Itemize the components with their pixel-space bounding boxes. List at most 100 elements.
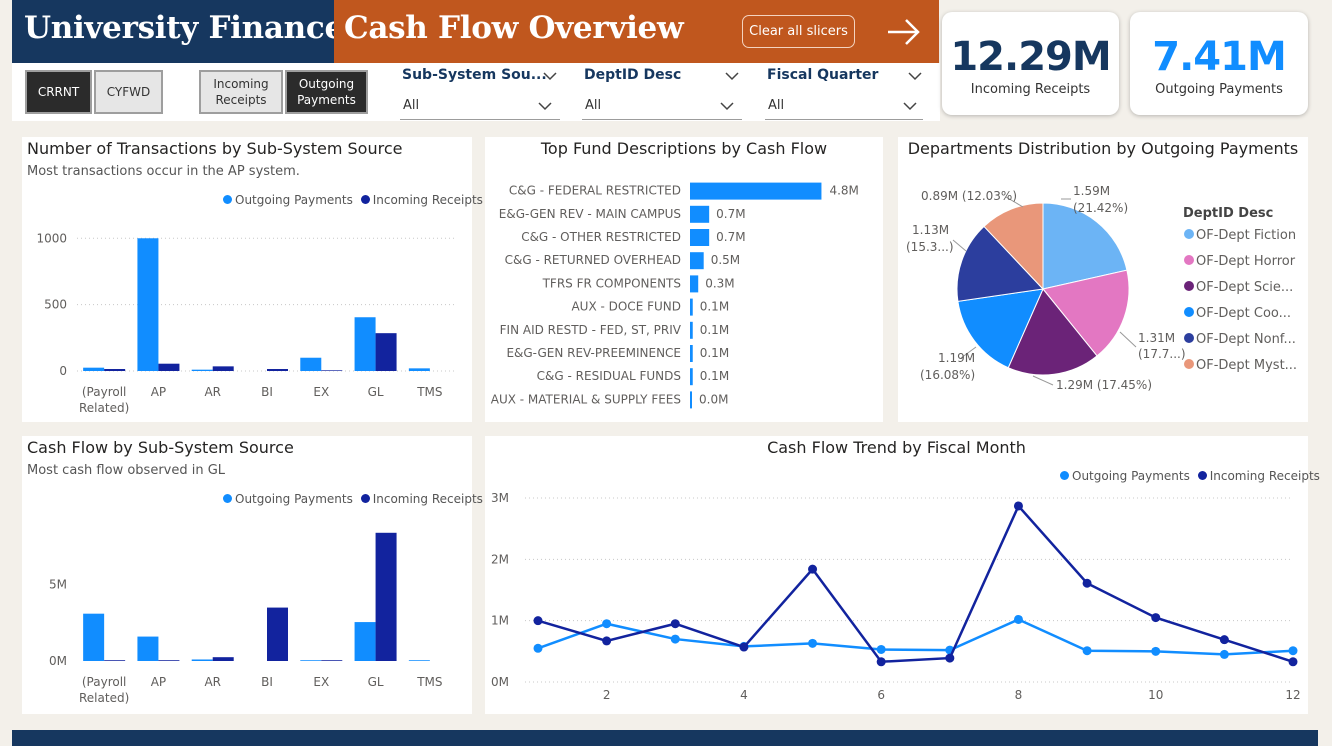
data-point (1288, 646, 1298, 656)
pie-data-label: (16.08%) (920, 368, 975, 382)
page-title: Cash Flow Overview (344, 10, 684, 46)
x-tick-label: GL (368, 385, 384, 399)
bar-outgoing (191, 369, 213, 371)
org-title-banner: University Finance (12, 0, 344, 63)
legend-label: OF-Dept Fiction (1196, 228, 1296, 243)
bar-incoming (158, 660, 180, 661)
data-point (1219, 649, 1229, 659)
toggle-incoming-receipts[interactable]: Incoming Receipts (199, 70, 283, 114)
x-tick-label: EX (313, 675, 329, 689)
bar-outgoing (300, 660, 322, 661)
bar-incoming (267, 369, 288, 371)
x-tick-label: 4 (740, 688, 748, 702)
x-tick-label: AP (151, 385, 166, 399)
legend-label: OF-Dept Nonf... (1196, 332, 1296, 347)
toggle-crrnt[interactable]: CRRNT (25, 70, 92, 114)
trend-panel: Cash Flow Trend by Fiscal Month Outgoing… (485, 436, 1320, 714)
pie-data-label: 1.31M (1138, 331, 1175, 345)
data-label: 0.0M (699, 392, 728, 406)
legend-dot (1184, 255, 1194, 265)
x-tick-label: Related) (79, 401, 129, 415)
fund-bar (690, 391, 692, 409)
kpi-label-incoming: Incoming Receipts (970, 82, 1091, 97)
y-tick-label: 3M (491, 491, 509, 505)
data-label: 0.3M (705, 276, 734, 290)
data-point (1151, 646, 1161, 656)
bar-incoming (267, 607, 288, 661)
y-category-label: FIN AID RESTD - FED, ST, PRIV (500, 323, 682, 337)
y-tick-label: 1000 (36, 231, 67, 245)
fund-bar (690, 275, 699, 293)
bar-incoming (375, 532, 397, 661)
callout-line (1032, 375, 1054, 386)
cashflow-panel: Cash Flow by Sub-System Source Most cash… (22, 436, 483, 714)
slicer-value: All (403, 98, 420, 113)
legend-dot (1184, 359, 1194, 369)
data-label: 4.8M (829, 184, 858, 198)
data-point (808, 638, 818, 648)
bar-incoming (375, 333, 397, 371)
legend-label: OF-Dept Horror (1196, 254, 1296, 269)
x-tick-label: Related) (79, 691, 129, 705)
funds-bar-chart: C&G - FEDERAL RESTRICTED 4.8M E&G-GEN REV … (491, 182, 859, 409)
bar-outgoing (300, 357, 322, 371)
kpi-value-incoming: 12.29M (950, 34, 1111, 80)
y-category-label: C&G - OTHER RESTRICTED (521, 230, 681, 244)
slicer-value: All (585, 98, 602, 113)
slicer-dropdown-fiscal-quarter[interactable]: All (765, 94, 923, 120)
data-point (1013, 501, 1023, 511)
data-point (1082, 578, 1092, 588)
x-tick-label: (Payroll (82, 385, 127, 399)
y-tick-label: 2M (491, 552, 509, 566)
chevron-down-icon[interactable] (908, 71, 922, 81)
bar-incoming (158, 363, 180, 371)
toggle-outgoing-payments[interactable]: Outgoing Payments (285, 70, 368, 114)
data-label: 0.7M (716, 207, 745, 221)
legend-dot (1184, 333, 1194, 343)
bar-incoming (212, 657, 234, 661)
data-point (945, 653, 955, 663)
x-tick-label: 6 (877, 688, 885, 702)
clear-slicers-button[interactable]: Clear all slicers (742, 15, 855, 48)
org-title: University Finance (24, 10, 344, 46)
fund-bar (690, 321, 693, 339)
legend-label: OF-Dept Coo... (1196, 306, 1291, 321)
series-line-incoming (537, 503, 1294, 664)
x-tick-label: 2 (603, 688, 611, 702)
slicer-dropdown-subsystem[interactable]: All (400, 94, 560, 120)
legend-dot (1184, 229, 1194, 239)
x-tick-label: GL (368, 675, 384, 689)
chevron-down-icon (903, 102, 917, 111)
x-tick-label: TMS (416, 385, 442, 399)
data-label: 0.5M (711, 253, 740, 267)
data-label: 0.7M (716, 230, 745, 244)
fund-bar (690, 205, 710, 223)
data-point (739, 642, 749, 652)
slicer-dropdown-deptid[interactable]: All (582, 94, 742, 120)
trend-line-chart: 0M 1M 2M 3M 2 4 6 8 10 12 (491, 491, 1301, 702)
y-category-label: E&G-GEN REV - MAIN CAMPUS (499, 207, 681, 221)
pie-data-label: 1.29M (17.45%) (1056, 378, 1152, 392)
pie-data-label: (21.42%) (1073, 201, 1128, 215)
data-label: 0.1M (700, 369, 729, 383)
funds-panel: Top Fund Descriptions by Cash Flow C&G -… (485, 137, 883, 422)
y-tick-label: 500 (44, 298, 67, 312)
legend-label: OF-Dept Scie... (1196, 280, 1293, 295)
filter-bar: CRRNT CYFWD Incoming Receipts Outgoing P… (12, 63, 940, 121)
x-tick-label: 12 (1285, 688, 1300, 702)
bar-outgoing (83, 367, 105, 371)
bar-incoming (321, 370, 343, 371)
chevron-down-icon[interactable] (725, 71, 739, 81)
pie-data-label: (15.3...) (906, 240, 954, 254)
arrow-right-icon[interactable] (884, 12, 924, 52)
toggle-cyfwd[interactable]: CYFWD (94, 70, 163, 114)
data-label: 0.1M (700, 323, 729, 337)
data-point (1151, 613, 1161, 623)
kpi-label-outgoing: Outgoing Payments (1155, 82, 1283, 97)
legend-title: DeptID Desc (1183, 206, 1273, 221)
y-category-label: AUX - DOCE FUND (571, 300, 681, 314)
slicer-title-subsystem: Sub-System Sou... (402, 67, 547, 83)
x-tick-label: EX (313, 385, 329, 399)
fund-bar (690, 252, 704, 270)
chevron-down-icon[interactable] (543, 71, 557, 81)
